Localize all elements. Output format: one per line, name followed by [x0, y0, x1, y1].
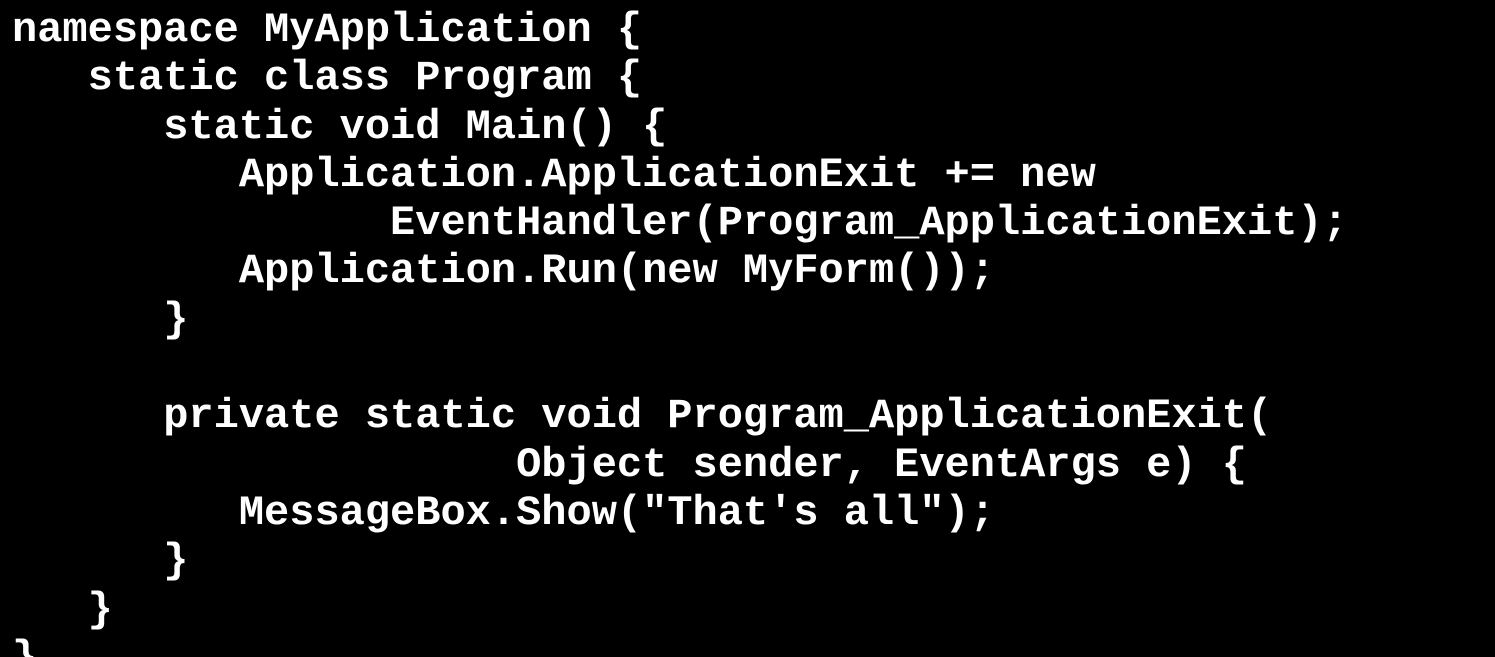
code-line: }: [12, 537, 188, 585]
code-line: EventHandler(Program_ApplicationExit);: [12, 199, 1348, 247]
code-line: private static void Program_ApplicationE…: [12, 392, 1272, 440]
code-line: MessageBox.Show("That's all");: [12, 489, 995, 537]
code-block: namespace MyApplication { static class P…: [0, 0, 1495, 657]
code-line: Application.Run(new MyForm());: [12, 247, 995, 295]
code-line: namespace MyApplication {: [12, 6, 642, 54]
code-line: Application.ApplicationExit += new: [12, 151, 1096, 199]
code-line: static class Program {: [12, 54, 642, 102]
code-line: }: [12, 634, 37, 657]
code-line: }: [12, 586, 113, 634]
code-line: static void Main() {: [12, 103, 667, 151]
code-line: }: [12, 296, 188, 344]
code-line: Object sender, EventArgs e) {: [12, 441, 1247, 489]
